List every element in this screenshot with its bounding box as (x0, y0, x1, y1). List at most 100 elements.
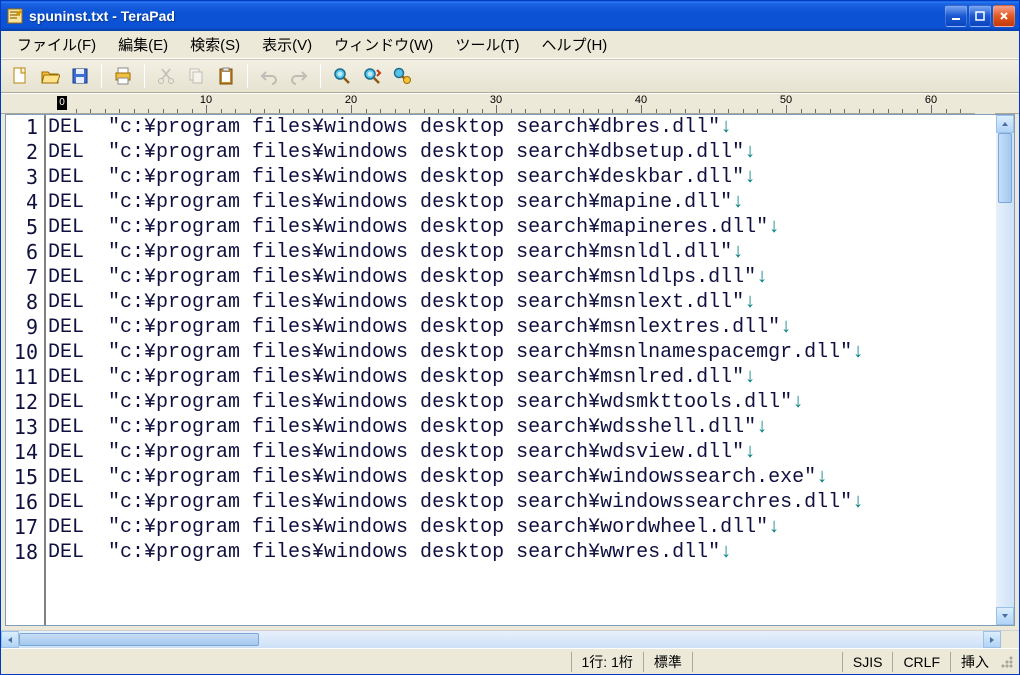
menu-window[interactable]: ウィンドウ(W) (324, 31, 443, 58)
open-file-button[interactable] (37, 63, 63, 89)
separator (144, 64, 145, 88)
scroll-down-arrow[interactable] (996, 607, 1014, 625)
eol-mark-icon: ↓ (744, 166, 756, 189)
replace-button[interactable] (389, 63, 415, 89)
undo-button[interactable] (256, 63, 282, 89)
separator (320, 64, 321, 88)
menu-view[interactable]: 表示(V) (252, 31, 322, 58)
ruler-tick-label: 10 (200, 94, 212, 106)
find-next-button[interactable] (359, 63, 385, 89)
text-line[interactable]: DEL "c:¥program files¥windows desktop se… (48, 440, 996, 465)
eol-mark-icon: ↓ (744, 141, 756, 164)
text-line[interactable]: DEL "c:¥program files¥windows desktop se… (48, 115, 996, 140)
find-button[interactable] (329, 63, 355, 89)
line-number: 16 (6, 490, 38, 515)
status-newline: CRLF (892, 652, 950, 672)
text-editor[interactable]: 123456789101112131415161718 DEL "c:¥prog… (5, 114, 1015, 626)
minimize-button[interactable] (945, 5, 967, 27)
copy-button[interactable] (183, 63, 209, 89)
horizontal-scrollbar[interactable] (1, 630, 1019, 648)
new-file-button[interactable] (7, 63, 33, 89)
line-number: 4 (6, 190, 38, 215)
horizontal-scroll-thumb[interactable] (19, 633, 259, 646)
menu-edit[interactable]: 編集(E) (108, 31, 178, 58)
ruler: 0 102030405060 (45, 94, 975, 114)
eol-mark-icon: ↓ (756, 266, 768, 289)
line-number: 3 (6, 165, 38, 190)
text-line[interactable]: DEL "c:¥program files¥windows desktop se… (48, 240, 996, 265)
ruler-origin: 0 (57, 96, 67, 110)
scroll-left-arrow[interactable] (1, 631, 19, 648)
redo-button[interactable] (286, 63, 312, 89)
vertical-scroll-thumb[interactable] (998, 133, 1012, 203)
line-number: 6 (6, 240, 38, 265)
line-number-gutter: 123456789101112131415161718 (6, 115, 46, 625)
menu-tool[interactable]: ツール(T) (445, 31, 529, 58)
text-line[interactable]: DEL "c:¥program files¥windows desktop se… (48, 340, 996, 365)
ruler-tick-label: 30 (490, 94, 502, 106)
status-insert-mode: 挿入 (950, 652, 999, 672)
print-button[interactable] (110, 63, 136, 89)
resize-grip[interactable] (999, 654, 1015, 670)
text-line[interactable]: DEL "c:¥program files¥windows desktop se… (48, 365, 996, 390)
line-number: 17 (6, 515, 38, 540)
eol-mark-icon: ↓ (720, 116, 732, 139)
eol-mark-icon: ↓ (852, 491, 864, 514)
title-bar[interactable]: spuninst.txt - TeraPad (1, 1, 1019, 31)
text-line[interactable]: DEL "c:¥program files¥windows desktop se… (48, 165, 996, 190)
status-encoding: SJIS (842, 652, 893, 672)
line-number: 14 (6, 440, 38, 465)
line-number: 18 (6, 540, 38, 565)
text-line[interactable]: DEL "c:¥program files¥windows desktop se… (48, 415, 996, 440)
text-content[interactable]: DEL "c:¥program files¥windows desktop se… (46, 115, 996, 625)
scroll-right-arrow[interactable] (983, 631, 1001, 648)
status-mode: 標準 (643, 652, 692, 672)
text-line[interactable]: DEL "c:¥program files¥windows desktop se… (48, 490, 996, 515)
close-button[interactable] (993, 5, 1015, 27)
editor-area: 123456789101112131415161718 DEL "c:¥prog… (1, 114, 1019, 630)
text-line[interactable]: DEL "c:¥program files¥windows desktop se… (48, 140, 996, 165)
line-number: 1 (6, 115, 38, 140)
eol-mark-icon: ↓ (720, 541, 732, 564)
ruler-tick-label: 60 (925, 94, 937, 106)
paste-button[interactable] (213, 63, 239, 89)
eol-mark-icon: ↓ (732, 241, 744, 264)
text-line[interactable]: DEL "c:¥program files¥windows desktop se… (48, 390, 996, 415)
horizontal-scroll-track[interactable] (19, 631, 983, 648)
menu-search[interactable]: 検索(S) (180, 31, 250, 58)
toolbar (1, 59, 1019, 93)
application-window: spuninst.txt - TeraPad ファイル(F) 編集(E) 検索(… (0, 0, 1020, 675)
save-button[interactable] (67, 63, 93, 89)
line-number: 11 (6, 365, 38, 390)
text-line[interactable]: DEL "c:¥program files¥windows desktop se… (48, 190, 996, 215)
text-line[interactable]: DEL "c:¥program files¥windows desktop se… (48, 465, 996, 490)
menu-help[interactable]: ヘルプ(H) (531, 31, 617, 58)
scroll-up-arrow[interactable] (996, 115, 1014, 133)
window-title: spuninst.txt - TeraPad (29, 8, 945, 24)
line-number: 7 (6, 265, 38, 290)
line-number: 15 (6, 465, 38, 490)
line-number: 10 (6, 340, 38, 365)
vertical-scrollbar[interactable] (996, 115, 1014, 625)
text-line[interactable]: DEL "c:¥program files¥windows desktop se… (48, 540, 996, 565)
app-icon (7, 8, 23, 24)
text-line[interactable]: DEL "c:¥program files¥windows desktop se… (48, 215, 996, 240)
text-line[interactable]: DEL "c:¥program files¥windows desktop se… (48, 290, 996, 315)
eol-mark-icon: ↓ (744, 291, 756, 314)
eol-mark-icon: ↓ (780, 316, 792, 339)
eol-mark-icon: ↓ (816, 466, 828, 489)
eol-mark-icon: ↓ (756, 416, 768, 439)
line-number: 13 (6, 415, 38, 440)
eol-mark-icon: ↓ (792, 391, 804, 414)
eol-mark-icon: ↓ (744, 366, 756, 389)
maximize-button[interactable] (969, 5, 991, 27)
separator (101, 64, 102, 88)
text-line[interactable]: DEL "c:¥program files¥windows desktop se… (48, 315, 996, 340)
cut-button[interactable] (153, 63, 179, 89)
text-line[interactable]: DEL "c:¥program files¥windows desktop se… (48, 515, 996, 540)
text-line[interactable]: DEL "c:¥program files¥windows desktop se… (48, 265, 996, 290)
eol-mark-icon: ↓ (768, 216, 780, 239)
eol-mark-icon: ↓ (744, 441, 756, 464)
line-number: 5 (6, 215, 38, 240)
menu-file[interactable]: ファイル(F) (7, 31, 106, 58)
